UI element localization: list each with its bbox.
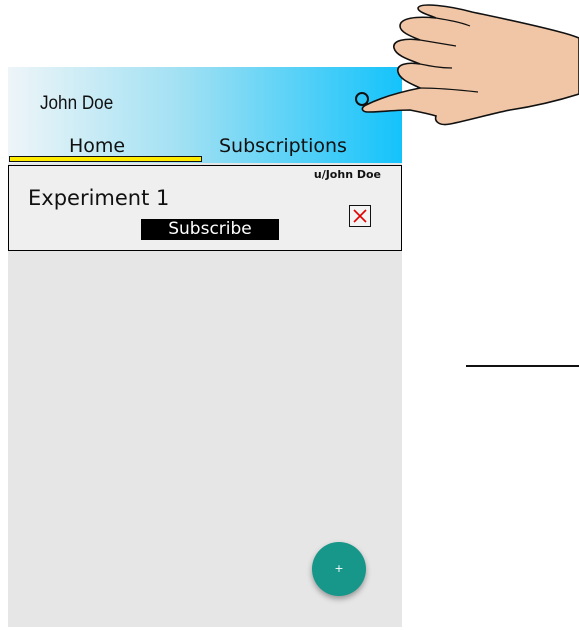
tab-subscriptions[interactable]: Subscriptions [219,135,347,157]
app-screen: John Doe Home Subscriptions u/John Doe E… [8,67,402,627]
user-name: John Doe [40,93,114,114]
divider-line [466,365,579,367]
add-fab-button[interactable]: + [312,542,366,596]
tab-active-indicator [9,156,202,162]
pointing-hand-icon [361,4,579,126]
tab-home[interactable]: Home [69,135,125,157]
post-title: Experiment 1 [28,186,170,210]
app-header: John Doe Home Subscriptions [8,67,402,163]
post-author: u/John Doe [313,168,381,181]
post-card[interactable]: u/John Doe Experiment 1 Subscribe [8,165,402,251]
close-icon[interactable] [349,205,371,227]
subscribe-button[interactable]: Subscribe [141,219,279,240]
